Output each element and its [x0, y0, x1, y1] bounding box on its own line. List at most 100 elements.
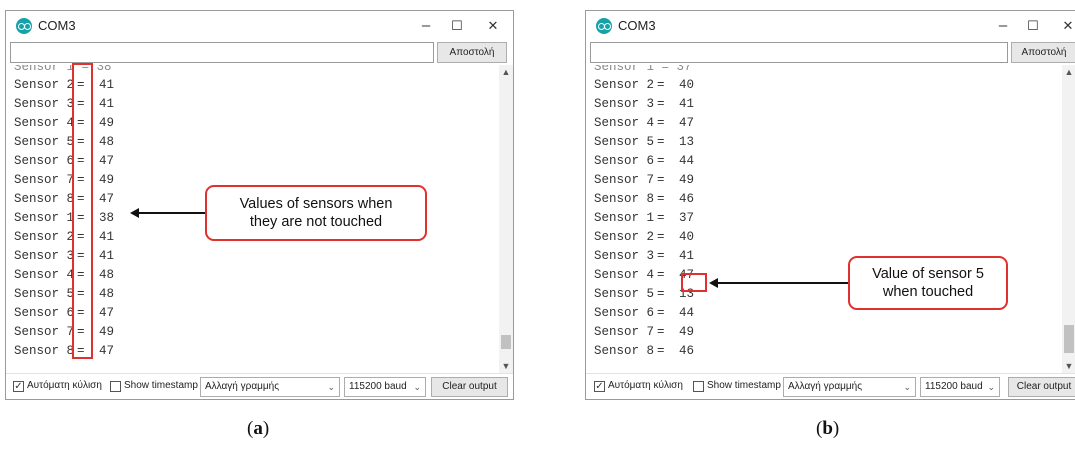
- scroll-thumb[interactable]: [501, 335, 511, 349]
- send-button[interactable]: Αποστολή: [437, 42, 507, 63]
- arrow-head-icon: [130, 208, 139, 218]
- caption-letter: a: [253, 418, 263, 439]
- panel-caption-b: (b): [816, 418, 839, 440]
- sensor-line: Sensor 4 = 48: [14, 266, 114, 284]
- baud-value: 115200 baud: [349, 381, 407, 392]
- autoscroll-checkbox[interactable]: ✓: [13, 381, 24, 392]
- scrollbar[interactable]: ▲ ▼: [499, 65, 513, 373]
- sensor-label: Sensor 4: [14, 268, 75, 282]
- sensor-value: 40: [679, 230, 695, 244]
- clipped-line: Sensor 1 = 37: [594, 65, 692, 74]
- clear-output-button[interactable]: Clear output: [431, 377, 508, 397]
- sensor-value: 44: [679, 154, 695, 168]
- sensor-label: Sensor 8: [594, 192, 655, 206]
- autoscroll-checkbox[interactable]: ✓: [594, 381, 605, 392]
- sensor-label: Sensor 2: [594, 230, 655, 244]
- line-ending-select[interactable]: Αλλαγή γραμμής ⌄: [783, 377, 916, 397]
- scroll-down-icon[interactable]: ▼: [499, 359, 513, 373]
- sensor-label: Sensor 4: [594, 116, 655, 130]
- sensor-value: 47: [99, 306, 115, 320]
- close-button[interactable]: ✕: [1053, 15, 1075, 37]
- equals-sign: =: [657, 325, 665, 339]
- annotation-callout: Values of sensors when they are not touc…: [205, 185, 427, 241]
- annotation-arrow: [716, 282, 850, 284]
- sensor-value: 47: [99, 192, 115, 206]
- scroll-up-icon[interactable]: ▲: [1062, 65, 1075, 79]
- sensor-label: Sensor 6: [594, 306, 655, 320]
- sensor-line: Sensor 5 = 48: [14, 133, 114, 151]
- close-button[interactable]: ✕: [478, 15, 508, 37]
- sensor-value: 49: [679, 173, 695, 187]
- send-button[interactable]: Αποστολή: [1011, 42, 1075, 63]
- sensor-label: Sensor 8: [594, 344, 655, 358]
- sensor-line: Sensor 3 = 41: [14, 247, 114, 265]
- line-ending-select[interactable]: Αλλαγή γραμμής ⌄: [200, 377, 340, 397]
- maximize-button[interactable]: ☐: [1018, 15, 1048, 37]
- sensor-line: Sensor 3 = 41: [14, 95, 114, 113]
- sensor-line: Sensor 8 = 46: [594, 342, 694, 360]
- sensor-line: Sensor 3 = 41: [594, 247, 694, 265]
- sensor-line: Sensor 4 = 47: [594, 114, 694, 132]
- sensor-line: Sensor 7 = 49: [14, 171, 114, 189]
- sensor-label: Sensor 5: [14, 135, 75, 149]
- caption-close: ): [832, 418, 840, 439]
- sensor-label: Sensor 7: [594, 173, 655, 187]
- caption-close: ): [262, 418, 270, 439]
- equals-sign: =: [657, 192, 665, 206]
- chevron-down-icon: ⌄: [413, 382, 421, 392]
- sensor-line: Sensor 2 = 40: [594, 228, 694, 246]
- sensor-line: Sensor 5 = 13: [594, 285, 694, 303]
- scrollbar[interactable]: ▲ ▼: [1062, 65, 1075, 373]
- timestamp-checkbox[interactable]: [110, 381, 121, 392]
- sensor-line: Sensor 4 = 49: [14, 114, 114, 132]
- chevron-down-icon: ⌄: [903, 382, 911, 392]
- sensor-line: Sensor 2 = 41: [14, 228, 114, 246]
- scroll-down-icon[interactable]: ▼: [1062, 359, 1075, 373]
- status-bar: ✓ Αυτόματη κύλιση Show timestamp Αλλαγή …: [586, 373, 1075, 399]
- window-title: COM3: [618, 18, 656, 33]
- maximize-button[interactable]: ☐: [442, 15, 472, 37]
- sensor-value: 40: [679, 78, 695, 92]
- clear-output-button[interactable]: Clear output: [1008, 377, 1075, 397]
- sensor-label: Sensor 3: [14, 249, 75, 263]
- baud-select[interactable]: 115200 baud ⌄: [920, 377, 1000, 397]
- equals-sign: =: [657, 249, 665, 263]
- sensor-value: 48: [99, 268, 115, 282]
- sensor-5-highlight-box: [681, 273, 707, 292]
- equals-sign: =: [657, 344, 665, 358]
- sensor-line: Sensor 8 = 47: [14, 190, 114, 208]
- scroll-up-icon[interactable]: ▲: [499, 65, 513, 79]
- sensor-label: Sensor 1: [594, 211, 655, 225]
- sensor-label: Sensor 5: [594, 135, 655, 149]
- timestamp-label: Show timestamp: [707, 380, 781, 391]
- sensor-label: Sensor 2: [14, 78, 75, 92]
- sensor-value: 13: [679, 135, 695, 149]
- equals-sign: =: [657, 154, 665, 168]
- sensor-line: Sensor 6 = 47: [14, 304, 114, 322]
- minimize-button[interactable]: –: [988, 15, 1018, 37]
- send-input[interactable]: [590, 42, 1008, 63]
- sensor-label: Sensor 7: [14, 325, 75, 339]
- panel-caption-a: (a): [247, 418, 269, 440]
- sensor-label: Sensor 2: [14, 230, 75, 244]
- equals-sign: =: [657, 230, 665, 244]
- sensor-value: 46: [679, 344, 695, 358]
- equals-sign: =: [657, 116, 665, 130]
- equals-sign: =: [657, 78, 665, 92]
- minimize-button[interactable]: –: [411, 15, 441, 37]
- sensor-value: 47: [99, 344, 115, 358]
- sensor-label: Sensor 3: [14, 97, 75, 111]
- scroll-thumb[interactable]: [1064, 325, 1074, 353]
- sensor-label: Sensor 4: [14, 116, 75, 130]
- baud-select[interactable]: 115200 baud ⌄: [344, 377, 426, 397]
- sensor-line: Sensor 7 = 49: [594, 323, 694, 341]
- sensor-line: Sensor 2 = 40: [594, 76, 694, 94]
- sensor-value: 48: [99, 287, 115, 301]
- timestamp-checkbox[interactable]: [693, 381, 704, 392]
- sensor-line: Sensor 8 = 47: [14, 342, 114, 360]
- sensor-line: Sensor 5 = 13: [594, 133, 694, 151]
- equals-sign: =: [657, 287, 665, 301]
- send-input[interactable]: [10, 42, 434, 63]
- sensor-line: Sensor 7 = 49: [14, 323, 114, 341]
- sensor-label: Sensor 6: [594, 154, 655, 168]
